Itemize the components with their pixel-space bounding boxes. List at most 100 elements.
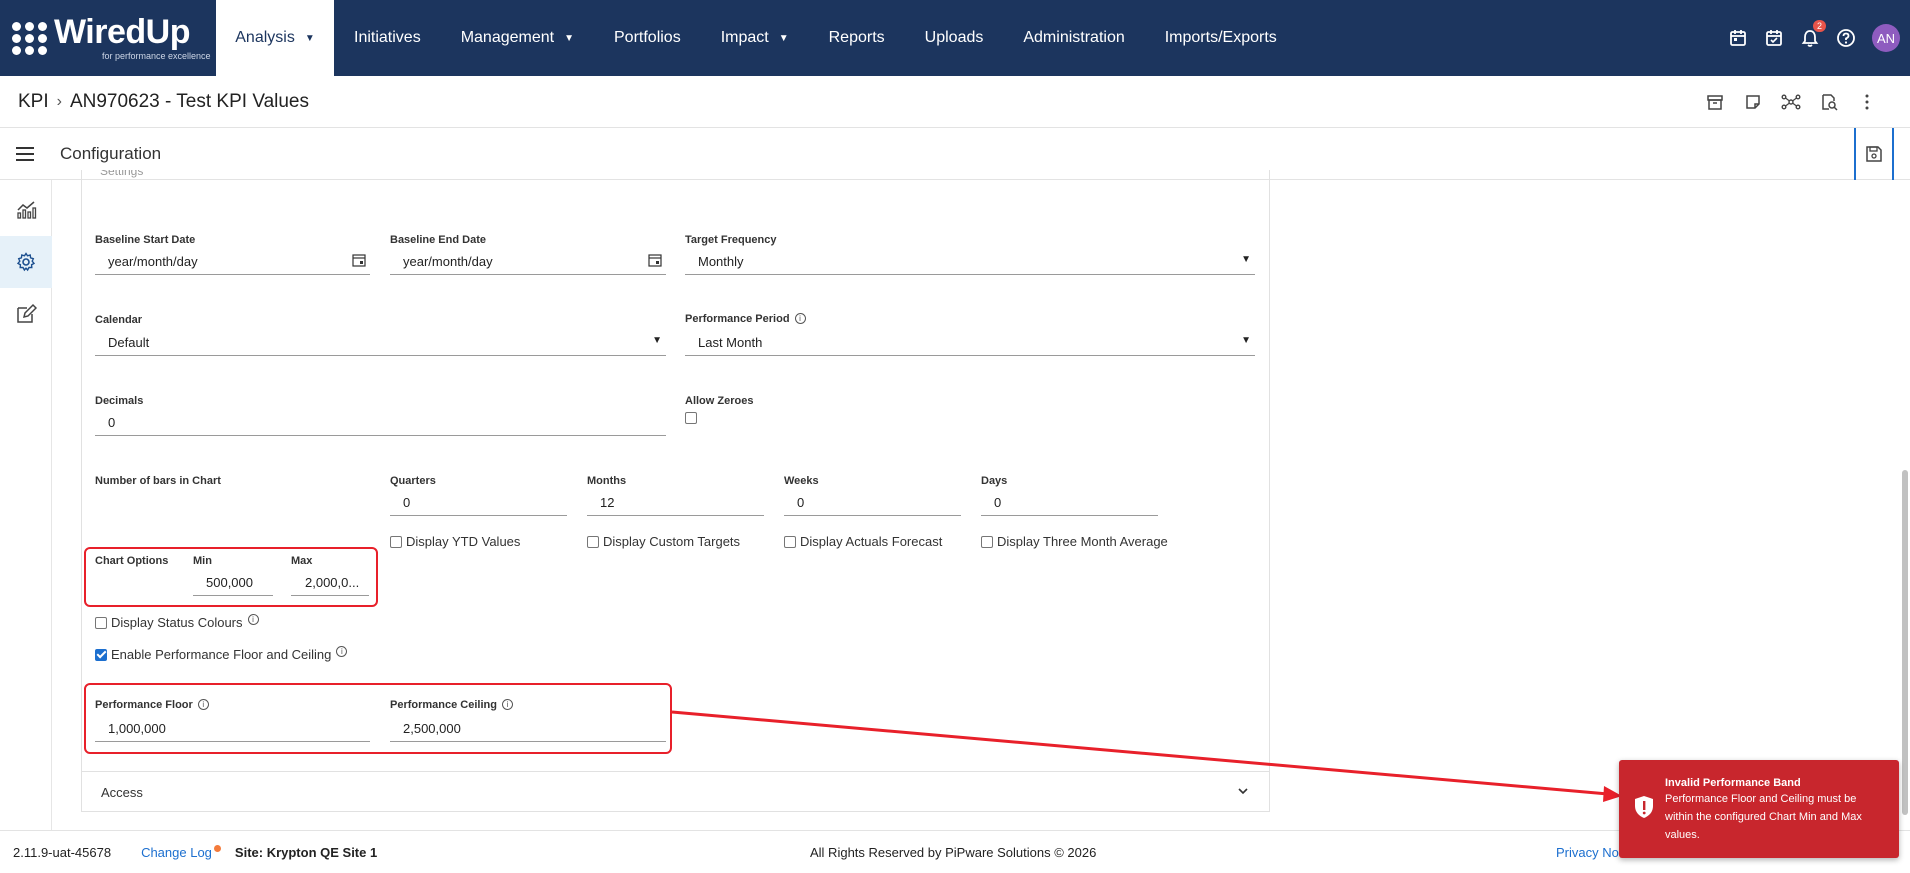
info-icon[interactable]: i bbox=[794, 313, 806, 324]
toast-message: Performance Floor and Ceiling must be wi… bbox=[1665, 793, 1862, 841]
copyright-text: All Rights Reserved by PiPware Solutions… bbox=[810, 844, 1097, 860]
sticky-note-icon[interactable] bbox=[1734, 92, 1772, 112]
display-actuals-forecast-checkbox[interactable]: Display Actuals Forecast bbox=[784, 534, 942, 549]
decimals-label: Decimals bbox=[95, 395, 144, 407]
bars-in-chart-label: Number of bars in Chart bbox=[95, 475, 221, 487]
calendar-select[interactable]: Default ▼ bbox=[95, 330, 666, 356]
document-search-icon[interactable] bbox=[1810, 92, 1848, 112]
chart-min-input[interactable]: 500,000 bbox=[193, 570, 273, 596]
breadcrumb-current: AN970623 - Test KPI Values bbox=[69, 90, 310, 112]
weeks-label: Weeks bbox=[784, 475, 819, 487]
access-section-header[interactable]: Access bbox=[81, 771, 1270, 812]
chevron-down-icon bbox=[1238, 788, 1248, 795]
nav-item-uploads[interactable]: Uploads bbox=[905, 0, 1004, 76]
info-icon[interactable]: i bbox=[247, 614, 259, 625]
left-rail bbox=[0, 180, 52, 830]
performance-period-label: Performance Period i bbox=[685, 313, 806, 325]
logo-text: WiredUp bbox=[54, 13, 190, 51]
chart-max-input[interactable]: 2,000,0... bbox=[291, 570, 369, 596]
chart-icon bbox=[17, 201, 37, 219]
nav-item-reports[interactable]: Reports bbox=[809, 0, 905, 76]
performance-ceiling-input[interactable]: 2,500,000 bbox=[390, 716, 666, 742]
performance-period-select[interactable]: Last Month ▼ bbox=[685, 330, 1255, 356]
display-three-month-average-checkbox[interactable]: Display Three Month Average bbox=[981, 534, 1168, 549]
help-icon[interactable] bbox=[1828, 28, 1864, 48]
performance-floor-label: Performance Floor i bbox=[95, 699, 209, 711]
top-navigation-bar: WiredUp for performance excellence Analy… bbox=[0, 0, 1910, 76]
display-ytd-checkbox[interactable]: Display YTD Values bbox=[390, 534, 520, 549]
info-icon[interactable]: i bbox=[336, 646, 348, 657]
caret-down-icon: ▼ bbox=[564, 32, 574, 44]
chevron-right-icon: › bbox=[56, 92, 62, 110]
save-icon bbox=[1866, 146, 1882, 162]
more-vertical-icon[interactable] bbox=[1848, 92, 1886, 112]
calendar-label: Calendar bbox=[95, 314, 143, 326]
weeks-input[interactable]: 0 bbox=[784, 490, 961, 516]
nav-item-initiatives[interactable]: Initiatives bbox=[334, 0, 441, 76]
version-text: 2.11.9-uat-45678 bbox=[13, 844, 112, 860]
privacy-link[interactable]: Privacy No bbox=[1556, 845, 1619, 860]
rail-item-settings[interactable] bbox=[0, 236, 52, 288]
rail-item-edit[interactable] bbox=[0, 288, 52, 340]
page-title: Configuration bbox=[60, 143, 162, 163]
edit-icon bbox=[17, 303, 37, 323]
caret-down-icon: ▼ bbox=[652, 335, 662, 346]
performance-ceiling-label: Performance Ceiling i bbox=[390, 699, 513, 711]
archive-icon[interactable] bbox=[1696, 92, 1734, 112]
new-indicator-dot bbox=[213, 844, 221, 852]
section-label-settings: Settings bbox=[100, 170, 144, 178]
quarters-label: Quarters bbox=[390, 475, 436, 487]
target-frequency-label: Target Frequency bbox=[685, 234, 777, 246]
notification-bell-icon[interactable]: 2 bbox=[1792, 20, 1828, 48]
baseline-start-label: Baseline Start Date bbox=[95, 234, 196, 246]
calendar-check-icon[interactable] bbox=[1756, 28, 1792, 48]
site-name: Site: Krypton QE Site 1 bbox=[234, 844, 378, 860]
decimals-input[interactable]: 0 bbox=[95, 410, 666, 436]
caret-down-icon: ▼ bbox=[1241, 254, 1251, 265]
nav-item-analysis[interactable]: Analysis ▼ bbox=[216, 0, 334, 76]
allow-zeroes-checkbox[interactable] bbox=[685, 412, 701, 424]
network-icon[interactable] bbox=[1772, 92, 1810, 112]
calendar-icon[interactable] bbox=[1720, 28, 1756, 48]
error-toast[interactable]: Invalid Performance Band Performance Flo… bbox=[1619, 760, 1899, 858]
toast-title: Invalid Performance Band bbox=[1665, 777, 1801, 789]
chart-options-label: Chart Options bbox=[95, 555, 169, 567]
nav-item-management[interactable]: Management ▼ bbox=[441, 0, 594, 76]
chart-max-label: Max bbox=[291, 555, 313, 567]
enable-floor-ceiling-checkbox[interactable]: Enable Performance Floor and Ceiling i bbox=[95, 646, 348, 662]
months-input[interactable]: 12 bbox=[587, 490, 764, 516]
nav-item-impact[interactable]: Impact ▼ bbox=[701, 0, 809, 76]
logo-dots-icon bbox=[12, 21, 48, 55]
change-log-link[interactable]: Change Log bbox=[141, 844, 221, 860]
nav-item-administration[interactable]: Administration bbox=[1003, 0, 1144, 76]
calendar-icon[interactable] bbox=[352, 253, 366, 267]
display-custom-targets-checkbox[interactable]: Display Custom Targets bbox=[587, 534, 740, 549]
gear-icon bbox=[16, 252, 36, 272]
days-label: Days bbox=[981, 475, 1008, 487]
target-frequency-select[interactable]: Monthly ▼ bbox=[685, 249, 1255, 275]
baseline-end-label: Baseline End Date bbox=[390, 234, 486, 246]
caret-down-icon: ▼ bbox=[304, 32, 315, 44]
info-icon[interactable]: i bbox=[197, 699, 209, 710]
days-input[interactable]: 0 bbox=[981, 490, 1158, 516]
menu-icon[interactable] bbox=[0, 146, 52, 162]
quarters-input[interactable]: 0 bbox=[390, 490, 567, 516]
caret-down-icon: ▼ bbox=[778, 32, 789, 44]
performance-floor-input[interactable]: 1,000,000 bbox=[95, 716, 370, 742]
nav-item-imports-exports[interactable]: Imports/Exports bbox=[1145, 0, 1297, 76]
user-avatar[interactable]: AN bbox=[1872, 24, 1900, 52]
rail-item-analytics[interactable] bbox=[0, 184, 52, 236]
calendar-icon[interactable] bbox=[648, 253, 662, 267]
breadcrumb-root[interactable]: KPI bbox=[18, 91, 49, 113]
brand-logo[interactable]: WiredUp for performance excellence bbox=[0, 0, 216, 76]
info-icon[interactable]: i bbox=[501, 699, 513, 710]
baseline-end-input[interactable]: year/month/day bbox=[390, 249, 666, 275]
nav-item-portfolios[interactable]: Portfolios bbox=[594, 0, 701, 76]
caret-down-icon: ▼ bbox=[1241, 335, 1251, 346]
baseline-start-input[interactable]: year/month/day bbox=[95, 249, 370, 275]
display-status-colours-checkbox[interactable]: Display Status Colours i bbox=[95, 614, 259, 630]
scrollbar-thumb[interactable] bbox=[1902, 470, 1908, 815]
months-label: Months bbox=[587, 475, 627, 487]
save-button[interactable] bbox=[1854, 128, 1894, 180]
chart-min-label: Min bbox=[193, 555, 212, 567]
